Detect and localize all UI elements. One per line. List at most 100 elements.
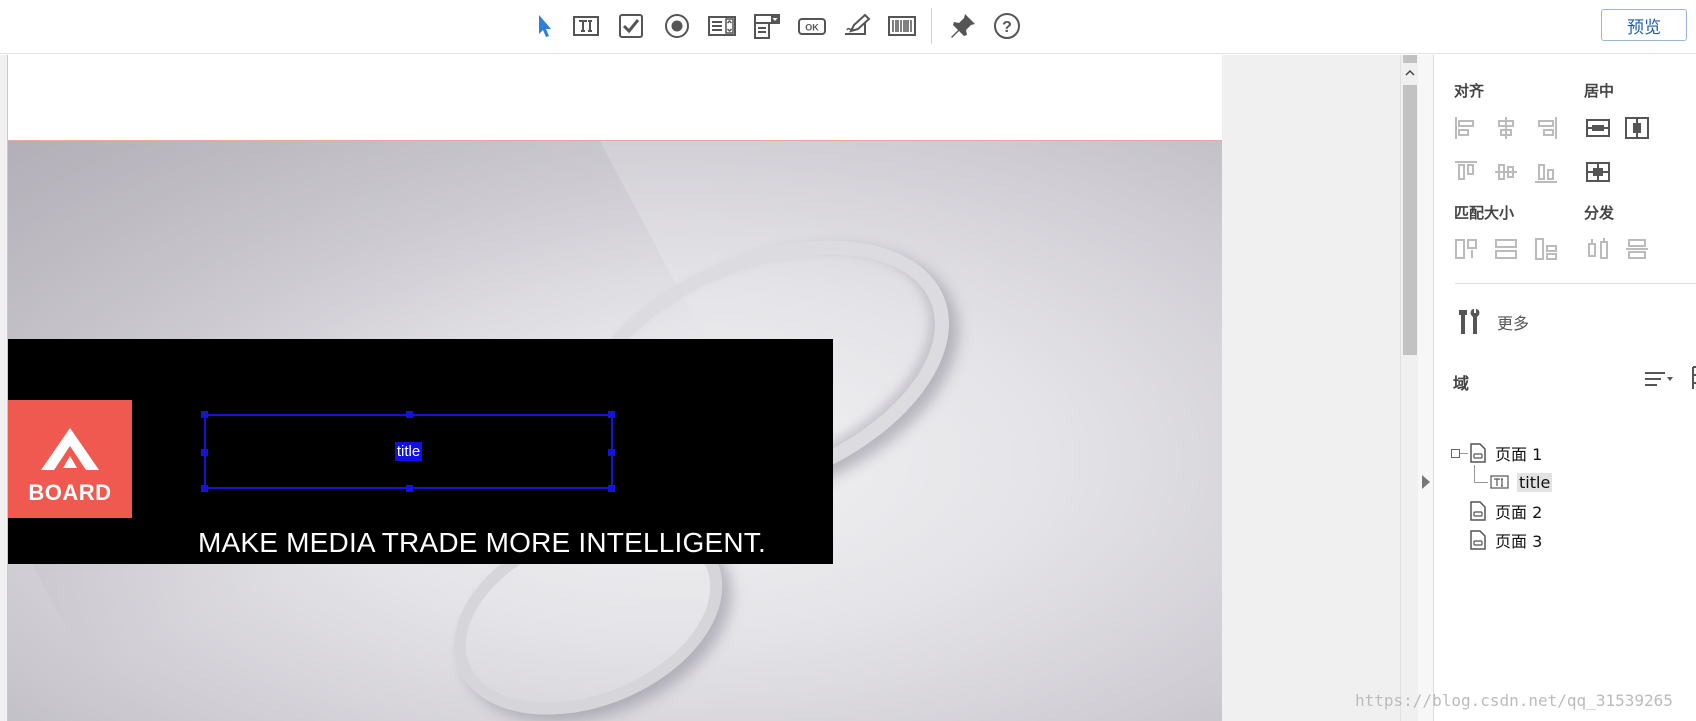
resize-handle-se[interactable]: [608, 485, 615, 492]
select-tool[interactable]: [528, 10, 560, 42]
center-vertical-icon: [1625, 117, 1649, 139]
signature-tool[interactable]: [841, 10, 873, 42]
list-box-icon: [708, 16, 736, 36]
align-bottom-button[interactable]: [1531, 157, 1561, 187]
tagline-text: MAKE MEDIA TRADE MORE INTELLIGENT.: [198, 527, 766, 558]
scroll-up-arrow-icon[interactable]: [1401, 63, 1419, 81]
center-vertically-button[interactable]: [1622, 113, 1652, 143]
resize-handle-n[interactable]: [406, 411, 413, 418]
svg-text:OK: OK: [805, 23, 819, 33]
align-center-horizontal-button[interactable]: [1491, 113, 1521, 143]
center-section-label: 居中: [1584, 82, 1615, 100]
tree-node-title-field[interactable]: title: [1489, 470, 1553, 494]
tree-node-page-1[interactable]: 页面 1: [1469, 441, 1542, 465]
brand-name: BOARD: [28, 480, 112, 505]
page-icon: [1470, 501, 1486, 521]
pin-icon: [951, 14, 975, 38]
align-middle-button[interactable]: [1491, 157, 1521, 187]
help-tool[interactable]: ?: [991, 10, 1023, 42]
cursor-arrow-icon: [539, 15, 551, 37]
distribute-vertical-button[interactable]: [1622, 234, 1652, 264]
design-canvas: BOARD title MAKE MEDIA TRADE MORE INTELL…: [0, 55, 1400, 721]
align-left-button[interactable]: [1451, 113, 1481, 143]
tree-node-page-3[interactable]: 页面 3: [1469, 528, 1542, 552]
checkbox-icon: [619, 14, 643, 38]
align-right-button[interactable]: [1531, 113, 1561, 143]
distribute-vertical-icon: [1626, 239, 1648, 259]
vertical-scrollbar[interactable]: [1400, 55, 1418, 721]
resize-handle-ne[interactable]: [608, 411, 615, 418]
more-label: 更多: [1497, 314, 1530, 333]
barcode-icon: [888, 16, 916, 36]
tree-expand-toggle[interactable]: [1451, 449, 1460, 458]
combo-box-tool[interactable]: [751, 10, 783, 42]
list-box-tool[interactable]: [706, 10, 738, 42]
black-banner: BOARD title MAKE MEDIA TRADE MORE INTELL…: [8, 339, 833, 564]
align-center-h-icon: [1498, 117, 1514, 139]
distribute-horizontal-button[interactable]: [1583, 234, 1613, 264]
fields-section-label: 域: [1453, 374, 1470, 393]
board-logo-mark-icon: [41, 428, 99, 470]
center-horizontally-button[interactable]: [1583, 113, 1613, 143]
resize-handle-nw[interactable]: [201, 411, 208, 418]
board-logo: BOARD: [8, 400, 132, 518]
scrollbar-thumb[interactable]: [1403, 85, 1417, 355]
radio-button-tool[interactable]: [661, 10, 693, 42]
match-width-button[interactable]: [1451, 234, 1481, 264]
match-both-button[interactable]: [1531, 234, 1561, 264]
panel-splitter[interactable]: [1418, 55, 1434, 721]
form-toolbar: OK ? 预览: [0, 0, 1696, 54]
resize-handle-sw[interactable]: [201, 485, 208, 492]
center-both-icon: [1586, 162, 1610, 182]
center-horizontal-icon: [1586, 119, 1610, 137]
tree-node-page-2[interactable]: 页面 2: [1469, 499, 1542, 523]
resize-handle-w[interactable]: [201, 449, 208, 456]
text-field-icon: [1490, 475, 1509, 489]
match-height-button[interactable]: [1491, 234, 1521, 264]
align-bottom-icon: [1535, 164, 1557, 183]
align-left-icon: [1455, 117, 1474, 139]
ok-button-icon: OK: [798, 18, 826, 35]
align-top-button[interactable]: [1451, 157, 1481, 187]
match-size-section-label: 匹配大小: [1454, 204, 1515, 222]
distribute-horizontal-icon: [1588, 238, 1608, 259]
radio-button-icon: [665, 14, 689, 38]
collapse-panel-arrow-icon[interactable]: [1422, 475, 1430, 489]
align-top-icon: [1455, 161, 1477, 180]
pin-tool[interactable]: [947, 10, 979, 42]
distribute-section-label: 分发: [1584, 204, 1615, 222]
resize-handle-s[interactable]: [406, 485, 413, 492]
sort-menu-icon[interactable]: [1643, 368, 1675, 390]
toolbar-separator: [931, 8, 932, 44]
watermark-url: https://blog.csdn.net/qq_31539265: [1355, 691, 1673, 710]
align-section-label: 对齐: [1454, 82, 1485, 100]
panel-divider: [1455, 283, 1696, 284]
align-middle-icon: [1495, 164, 1517, 180]
preview-button[interactable]: 预览: [1601, 9, 1687, 41]
field-options-icon[interactable]: [1687, 363, 1696, 393]
checkbox-tool[interactable]: [615, 10, 647, 42]
page-icon: [1470, 443, 1486, 463]
button-tool[interactable]: OK: [796, 10, 828, 42]
match-both-icon: [1535, 238, 1557, 260]
match-height-icon: [1495, 239, 1517, 259]
tools-wrench-icon: [1459, 309, 1480, 334]
match-width-icon: [1455, 239, 1477, 259]
properties-panel: 对齐 居中 匹配大小 分发 更多 域 页面 1 title 页面 2 页面 3: [1435, 55, 1696, 721]
combo-box-icon: [754, 14, 780, 39]
form-page[interactable]: BOARD title MAKE MEDIA TRADE MORE INTELL…: [7, 55, 1222, 721]
text-field-icon: [573, 16, 599, 36]
more-tools-button[interactable]: 更多: [1455, 307, 1529, 337]
align-right-icon: [1538, 117, 1557, 139]
text-field-tool[interactable]: [570, 10, 602, 42]
svg-text:?: ?: [1002, 19, 1012, 36]
page-icon: [1470, 530, 1486, 550]
help-circle-icon: ?: [994, 13, 1020, 39]
field-name-label: title: [394, 442, 423, 461]
title-text-field[interactable]: title: [201, 411, 615, 492]
resize-handle-e[interactable]: [608, 449, 615, 456]
signature-pen-icon: [845, 13, 871, 35]
center-both-button[interactable]: [1583, 157, 1613, 187]
barcode-tool[interactable]: [886, 10, 918, 42]
canvas-gutter: [1222, 55, 1400, 721]
